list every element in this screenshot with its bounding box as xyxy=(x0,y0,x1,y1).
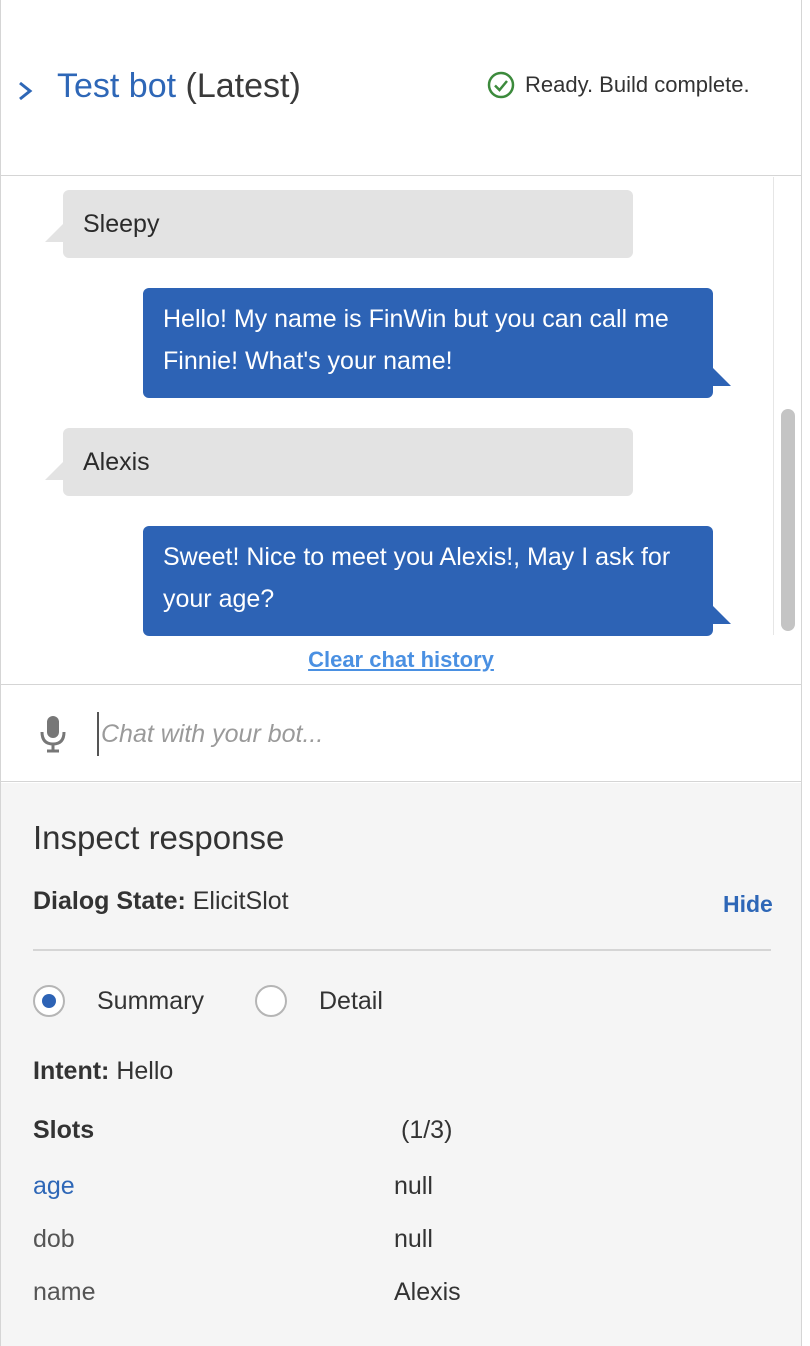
intent-row: Intent: Hello xyxy=(33,1057,173,1086)
message-text: Sweet! Nice to meet you Alexis!, May I a… xyxy=(163,543,671,613)
message-text: Sleepy xyxy=(83,210,160,238)
user-message: Alexis xyxy=(45,428,633,496)
panel-title: Test bot (Latest) xyxy=(57,66,301,106)
summary-radio-label[interactable]: Summary xyxy=(97,985,204,1017)
clear-chat-history-link[interactable]: Clear chat history xyxy=(1,647,801,673)
test-bot-panel: Test bot (Latest) Ready. Build complete.… xyxy=(0,0,802,1346)
slots-heading: Slots xyxy=(33,1116,94,1145)
intent-value: Hello xyxy=(116,1057,174,1085)
slot-name-dob: dob xyxy=(33,1225,75,1253)
intent-label: Intent: xyxy=(33,1057,110,1085)
bot-message: Hello! My name is FinWin but you can cal… xyxy=(143,288,731,398)
check-circle-icon xyxy=(487,71,515,99)
detail-radio-label[interactable]: Detail xyxy=(319,985,383,1017)
detail-radio[interactable] xyxy=(255,985,287,1017)
slots-label: Slots xyxy=(33,1116,95,1144)
panel-header: Test bot (Latest) Ready. Build complete. xyxy=(1,0,801,176)
build-status-text: Ready. Build complete. xyxy=(525,72,750,97)
message-text: Alexis xyxy=(83,448,150,476)
inspect-response-panel: Inspect response Dialog State: ElicitSlo… xyxy=(1,783,801,1346)
divider xyxy=(33,949,771,951)
build-status: Ready. Build complete. xyxy=(487,70,750,100)
chevron-right-icon[interactable] xyxy=(15,78,35,104)
slot-value: null xyxy=(394,1225,433,1253)
summary-radio[interactable] xyxy=(33,985,65,1017)
chat-input-row xyxy=(1,686,801,782)
slots-count: (1/3) xyxy=(401,1116,453,1144)
chat-scrollbar-thumb[interactable] xyxy=(781,409,795,631)
chat-input[interactable] xyxy=(97,712,777,756)
dialog-state: Dialog State: ElicitSlot xyxy=(33,887,289,916)
slot-name-age[interactable]: age xyxy=(33,1172,75,1201)
slot-value: Alexis xyxy=(394,1278,461,1306)
bot-name: Test bot xyxy=(57,67,177,105)
slot-name-name: name xyxy=(33,1278,96,1306)
inspect-title: Inspect response xyxy=(33,819,285,856)
slot-value: null xyxy=(394,1172,433,1200)
user-message: Sleepy xyxy=(45,190,633,258)
bot-message: Sweet! Nice to meet you Alexis!, May I a… xyxy=(143,526,731,636)
microphone-icon[interactable] xyxy=(39,714,67,754)
message-text: Hello! My name is FinWin but you can cal… xyxy=(163,305,669,375)
dialog-state-value: ElicitSlot xyxy=(192,887,289,915)
chat-history[interactable]: Sleepy Hello! My name is FinWin but you … xyxy=(1,177,801,685)
bot-version: (Latest) xyxy=(185,67,301,105)
hide-link[interactable]: Hide xyxy=(723,891,773,918)
dialog-state-label: Dialog State: xyxy=(33,887,186,915)
